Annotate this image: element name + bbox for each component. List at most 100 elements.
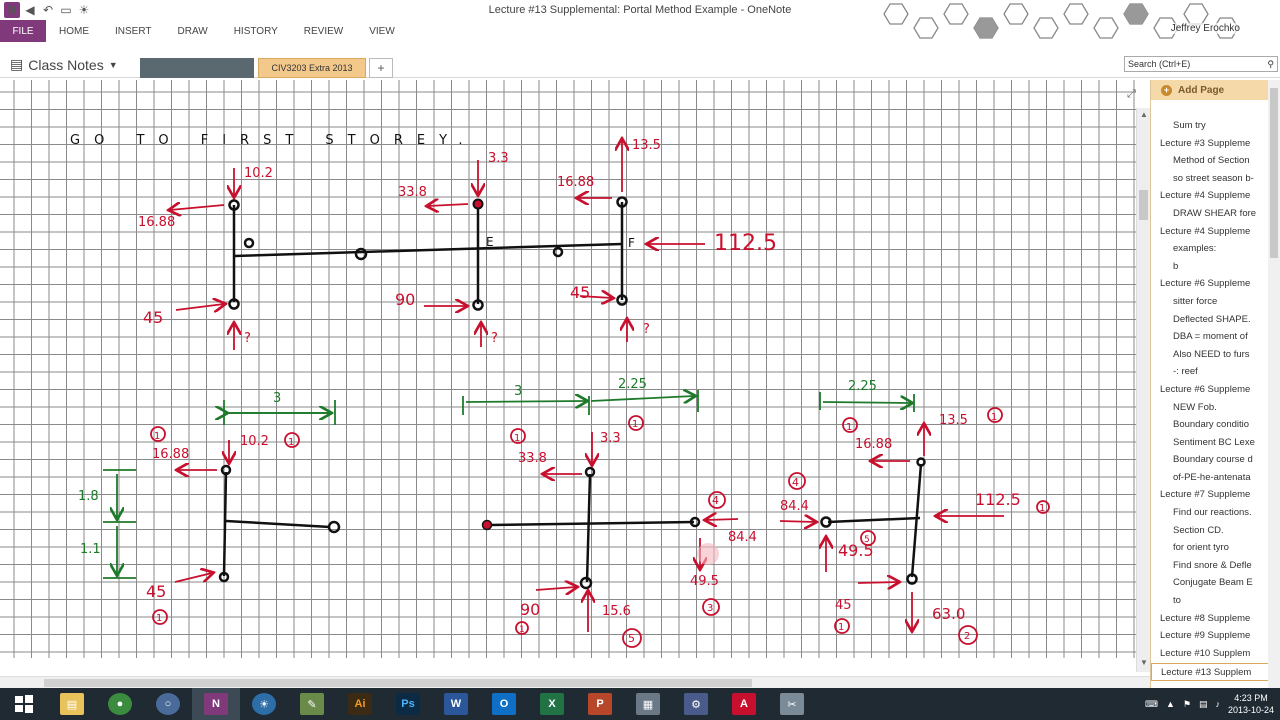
page-scrollbar[interactable]: ▲ ▼: [1136, 108, 1150, 672]
dock-icon[interactable]: ▭: [58, 2, 74, 18]
taskbar-photoshop[interactable]: Ps: [384, 688, 432, 720]
flag-icon[interactable]: ⚑: [1183, 699, 1191, 710]
tab-review[interactable]: REVIEW: [291, 20, 356, 42]
clock[interactable]: 4:23 PM 2013-10-24: [1228, 692, 1274, 716]
search-box[interactable]: Search (Ctrl+E) ⚲: [1124, 56, 1278, 72]
add-page-button[interactable]: + Add Page: [1151, 80, 1280, 100]
page-item[interactable]: -: reef: [1151, 363, 1269, 381]
section-tab-active[interactable]: CIV3203 Extra 2013: [258, 58, 366, 78]
onenote-app-icon[interactable]: N: [4, 2, 20, 18]
page-item[interactable]: for orient tyro: [1151, 539, 1269, 557]
page-item[interactable]: Lecture #8 Suppleme: [1151, 610, 1269, 628]
taskbar-tool1[interactable]: ⚙: [672, 688, 720, 720]
page-item[interactable]: Find snore & Defle: [1151, 557, 1269, 575]
keyboard-icon[interactable]: ⌨: [1145, 699, 1158, 710]
tab-draw[interactable]: DRAW: [165, 20, 221, 42]
joint-e-label: E: [486, 235, 494, 249]
taskbar-app1[interactable]: ○: [144, 688, 192, 720]
page-item[interactable]: Find our reactions.: [1151, 504, 1269, 522]
file-tab[interactable]: FILE: [0, 20, 46, 42]
page-item[interactable]: b: [1151, 258, 1269, 276]
page-list-scrollbar[interactable]: [1268, 80, 1280, 688]
ribbon: FILE HOME INSERT DRAW HISTORY REVIEW VIE…: [0, 20, 1280, 42]
horizontal-scrollbar[interactable]: [0, 676, 1150, 688]
page-item[interactable]: Conjugate Beam E: [1151, 574, 1269, 592]
page-item[interactable]: to: [1151, 592, 1269, 610]
taskbar-word[interactable]: W: [432, 688, 480, 720]
network-icon[interactable]: ▤: [1199, 699, 1208, 710]
page-item[interactable]: Lecture #3 Suppleme: [1151, 135, 1269, 153]
windows-icon: [15, 695, 33, 713]
back-icon[interactable]: ◀: [22, 2, 38, 18]
page-item[interactable]: Lecture #10 Supplem: [1151, 645, 1269, 663]
taskbar-excel[interactable]: X: [528, 688, 576, 720]
chevron-up-icon[interactable]: ▲: [1166, 699, 1175, 709]
page-item[interactable]: Method of Section: [1151, 152, 1269, 170]
page-item[interactable]: Lecture #4 Suppleme: [1151, 223, 1269, 241]
calculator-icon: ▦: [636, 693, 660, 715]
taskbar-onenote[interactable]: N: [192, 688, 240, 720]
page-item[interactable]: Section CD.: [1151, 522, 1269, 540]
page-item[interactable]: of-PE-he-antenata: [1151, 469, 1269, 487]
add-section-button[interactable]: +: [369, 58, 393, 78]
page-item[interactable]: Also NEED to furs: [1151, 346, 1269, 364]
page-item[interactable]: Lecture #9 Suppleme: [1151, 627, 1269, 645]
page-item[interactable]: examples:: [1151, 240, 1269, 258]
outlook-icon: O: [492, 693, 516, 715]
br-dim: 2.25: [848, 379, 877, 394]
scroll-thumb[interactable]: [1139, 190, 1148, 220]
page-item-selected[interactable]: Lecture #13 Supplem: [1151, 663, 1269, 681]
br-h: 16.88: [855, 437, 892, 452]
page-item[interactable]: Deflected SHAPE.: [1151, 311, 1269, 329]
tab-history[interactable]: HISTORY: [221, 20, 291, 42]
section-tab-hidden[interactable]: [140, 58, 254, 78]
start-button[interactable]: [0, 688, 48, 720]
taskbar-tool2[interactable]: ✂: [768, 688, 816, 720]
search-icon[interactable]: ⚲: [1267, 59, 1274, 70]
horizontal-scroll-thumb[interactable]: [44, 679, 752, 687]
tab-home[interactable]: HOME: [46, 20, 102, 42]
notebook-selector[interactable]: ▤ Class Notes ▼: [10, 56, 118, 73]
taskbar-acrobat[interactable]: A: [720, 688, 768, 720]
user-name[interactable]: Jeffrey Erochko: [1170, 23, 1240, 34]
bm-rv: 49.5: [690, 574, 719, 589]
search-input[interactable]: Search (Ctrl+E): [1128, 59, 1190, 69]
page-item[interactable]: Boundary course d: [1151, 451, 1269, 469]
page-item[interactable]: DBA = moment of: [1151, 328, 1269, 346]
undo-icon[interactable]: ↶: [40, 2, 56, 18]
taskbar-outlook[interactable]: O: [480, 688, 528, 720]
page-item[interactable]: Lecture #6 Suppleme: [1151, 381, 1269, 399]
scroll-up-icon[interactable]: ▲: [1137, 110, 1151, 122]
taskbar-calculator[interactable]: ▦: [624, 688, 672, 720]
taskbar-chrome[interactable]: ●: [96, 688, 144, 720]
taskbar-explorer[interactable]: ▤: [48, 688, 96, 720]
bm-c2: 1: [632, 419, 638, 430]
br-load: 112.5: [975, 490, 1021, 509]
taskbar-notepad[interactable]: ✎: [288, 688, 336, 720]
expand-page-icon[interactable]: ⤢: [1127, 88, 1136, 101]
page-item[interactable]: NEW Fob.: [1151, 399, 1269, 417]
page-item[interactable]: sitter force: [1151, 293, 1269, 311]
system-tray: ⌨ ▲ ⚑ ▤ ♪ 4:23 PM 2013-10-24: [1145, 688, 1274, 720]
note-canvas[interactable]: GO TO FIRST STOREY. 10.2 16.88 45 ? 3.3 …: [0, 80, 1136, 658]
scroll-down-icon[interactable]: ▼: [1137, 658, 1151, 670]
tab-view[interactable]: VIEW: [356, 20, 408, 42]
page-item[interactable]: Lecture #4 Suppleme: [1151, 187, 1269, 205]
bm-c5: 1: [519, 625, 525, 635]
page-list-scroll-thumb[interactable]: [1270, 88, 1278, 258]
illustrator-icon: Ai: [348, 693, 372, 715]
page-item[interactable]: Boundary conditio: [1151, 416, 1269, 434]
taskbar-powerpoint[interactable]: P: [576, 688, 624, 720]
page-item[interactable]: DRAW SHEAR fore: [1151, 205, 1269, 223]
br-c7: 1: [838, 622, 844, 633]
page-item[interactable]: Sum try: [1151, 117, 1269, 135]
touch-mode-icon[interactable]: ☀: [76, 2, 92, 18]
page-item[interactable]: so street season b-: [1151, 170, 1269, 188]
page-item[interactable]: Sentiment BC Lexe: [1151, 434, 1269, 452]
tab-insert[interactable]: INSERT: [102, 20, 165, 42]
taskbar-illustrator[interactable]: Ai: [336, 688, 384, 720]
taskbar-app2[interactable]: ☀: [240, 688, 288, 720]
page-item[interactable]: Lecture #7 Suppleme: [1151, 486, 1269, 504]
page-item[interactable]: Lecture #6 Suppleme: [1151, 275, 1269, 293]
volume-icon[interactable]: ♪: [1215, 699, 1220, 709]
